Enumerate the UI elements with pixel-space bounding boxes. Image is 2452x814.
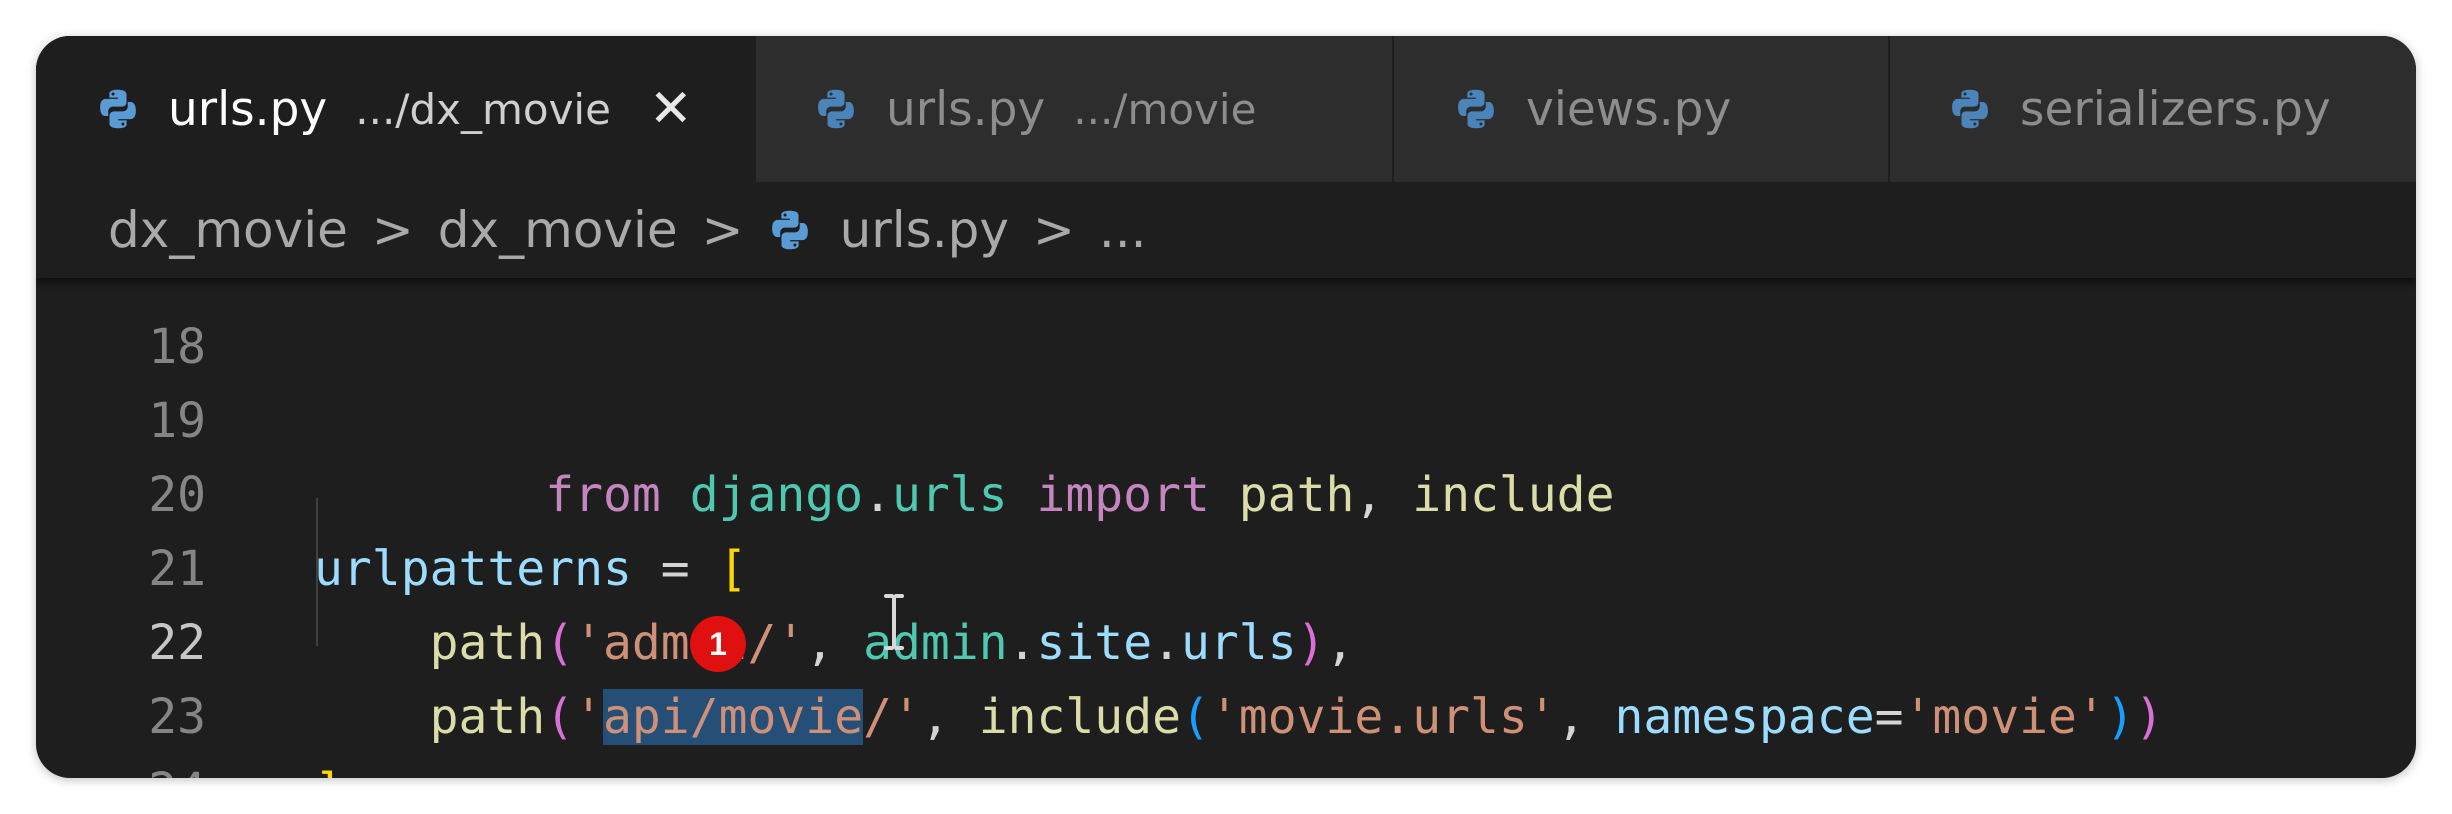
chevron-right-icon: > (701, 201, 744, 259)
tab-label: views.py (1526, 81, 1732, 137)
tab-urls-movie[interactable]: urls.py .../movie (756, 36, 1394, 182)
python-icon (818, 89, 854, 129)
python-icon (100, 89, 136, 129)
tab-views[interactable]: views.py (1394, 36, 1890, 182)
chevron-right-icon: > (1032, 201, 1075, 259)
python-icon (771, 210, 808, 250)
tab-label: urls.py (168, 81, 328, 137)
breadcrumb-item-file[interactable]: urls.py (840, 201, 1009, 259)
python-icon (1458, 89, 1494, 129)
python-icon (1952, 89, 1988, 129)
tab-serializers[interactable]: serializers.py (1890, 36, 2416, 182)
code-line[interactable]: 22 path('api/movie/', include('movie.url… (36, 532, 2416, 745)
editor-window: urls.py .../dx_movie ✕ urls.py .../movie… (36, 36, 2416, 778)
code-line[interactable]: 24 (36, 680, 2416, 778)
step-badge: 1 (690, 616, 746, 672)
breadcrumb-item-subfolder[interactable]: dx_movie (438, 201, 678, 259)
tab-label: urls.py (886, 81, 1046, 137)
code-text: ] (314, 754, 343, 778)
code-editor[interactable]: 18 from django.urls import path, include… (36, 278, 2416, 778)
code-line[interactable]: 23 ] (36, 606, 2416, 778)
tab-label: serializers.py (2020, 81, 2331, 137)
tab-urls-dx-movie[interactable]: urls.py .../dx_movie ✕ (36, 36, 756, 182)
breadcrumb-item-folder[interactable]: dx_movie (108, 201, 348, 259)
breadcrumb: dx_movie > dx_movie > urls.py > ... (36, 182, 2416, 278)
code-line[interactable]: 21 path('admin/', admin.site.urls), (36, 458, 2416, 671)
close-icon[interactable]: ✕ (649, 79, 693, 139)
tab-bar: urls.py .../dx_movie ✕ urls.py .../movie… (36, 36, 2416, 182)
tab-description: .../movie (1073, 84, 1257, 134)
tab-description: .../dx_movie (355, 84, 611, 134)
text-cursor-icon (884, 594, 904, 650)
code-line[interactable]: 20 urlpatterns = [ (36, 384, 2416, 597)
breadcrumb-item-symbol[interactable]: ... (1099, 201, 1147, 259)
chevron-right-icon: > (371, 201, 414, 259)
line-number: 24 (36, 754, 206, 778)
code-line[interactable]: 19 (36, 310, 2416, 449)
